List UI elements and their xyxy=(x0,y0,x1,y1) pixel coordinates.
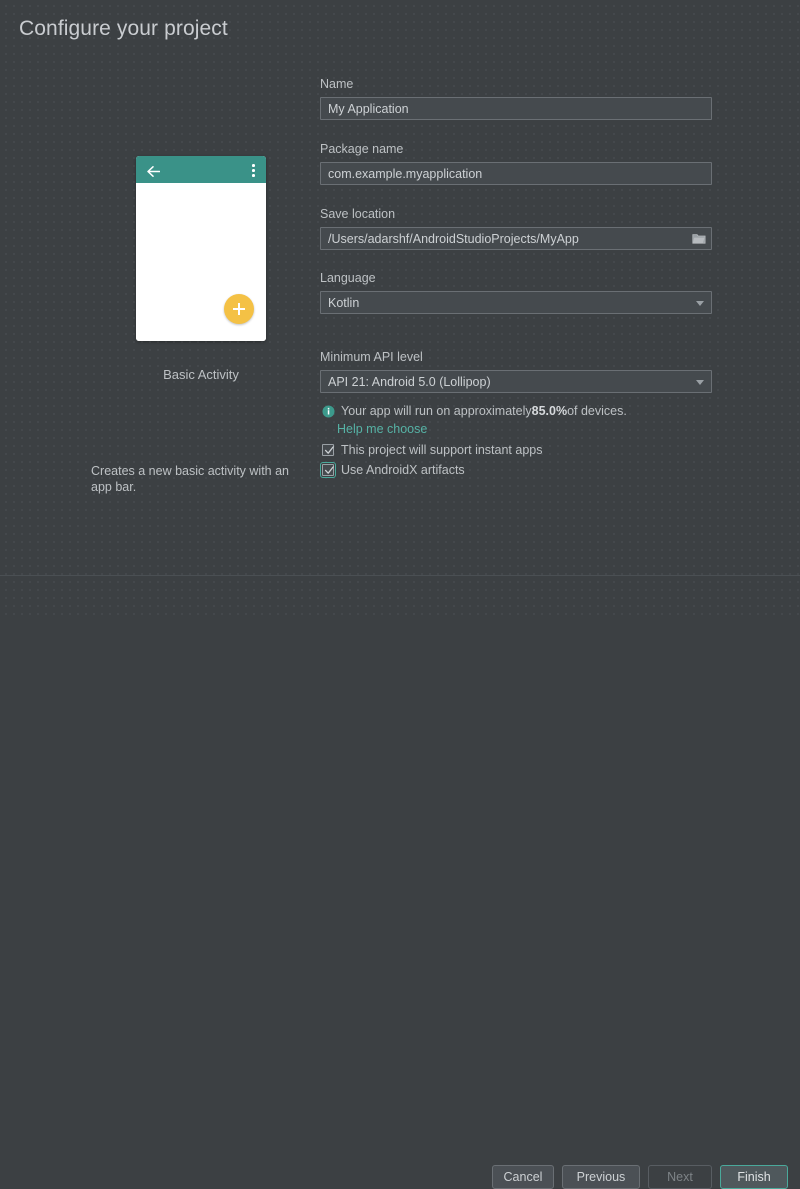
api-info-prefix: Your app will run on approximately xyxy=(341,404,532,418)
min-api-value: API 21: Android 5.0 (Lollipop) xyxy=(328,375,491,389)
preview-content-area xyxy=(136,183,266,341)
instant-apps-label: This project will support instant apps xyxy=(341,443,542,457)
instant-apps-checkbox[interactable] xyxy=(322,444,334,456)
api-info-suffix: of devices. xyxy=(567,404,627,418)
finish-button[interactable]: Finish xyxy=(720,1165,788,1189)
next-button: Next xyxy=(648,1165,712,1189)
field-package-name: Package name com.example.myapplication xyxy=(320,142,712,185)
add-fab-icon xyxy=(224,294,254,324)
name-value: My Application xyxy=(328,102,409,116)
previous-button[interactable]: Previous xyxy=(562,1165,640,1189)
name-label: Name xyxy=(320,77,712,91)
api-coverage-info: Your app will run on approximately 85.0%… xyxy=(322,404,627,418)
page-title: Configure your project xyxy=(19,17,228,41)
min-api-select[interactable]: API 21: Android 5.0 (Lollipop) xyxy=(320,370,712,393)
field-name: Name My Application xyxy=(320,77,712,120)
checkbox-row-androidx[interactable]: Use AndroidX artifacts xyxy=(322,463,465,477)
field-min-api-level: Minimum API level API 21: Android 5.0 (L… xyxy=(320,350,712,393)
back-arrow-icon xyxy=(147,164,160,175)
save-location-input[interactable]: /Users/adarshf/AndroidStudioProjects/MyA… xyxy=(320,227,712,250)
package-name-input[interactable]: com.example.myapplication xyxy=(320,162,712,185)
androidx-label: Use AndroidX artifacts xyxy=(341,463,465,477)
save-location-value: /Users/adarshf/AndroidStudioProjects/MyA… xyxy=(328,232,579,246)
language-select[interactable]: Kotlin xyxy=(320,291,712,314)
min-api-label: Minimum API level xyxy=(320,350,712,364)
package-name-label: Package name xyxy=(320,142,712,156)
chevron-down-icon xyxy=(696,380,704,385)
overflow-menu-icon xyxy=(252,164,255,177)
info-icon xyxy=(322,405,335,418)
configure-project-dialog: Configure your project Basic Activity Cr… xyxy=(0,0,800,621)
name-input[interactable]: My Application xyxy=(320,97,712,120)
preview-app-bar xyxy=(136,156,266,183)
folder-icon[interactable] xyxy=(692,232,706,245)
help-me-choose-link[interactable]: Help me choose xyxy=(337,422,427,436)
field-language: Language Kotlin xyxy=(320,271,712,314)
cancel-button[interactable]: Cancel xyxy=(492,1165,554,1189)
checkbox-row-instant-apps[interactable]: This project will support instant apps xyxy=(322,443,542,457)
phone-preview-mockup xyxy=(136,156,266,341)
save-location-label: Save location xyxy=(320,207,712,221)
chevron-down-icon xyxy=(696,301,704,306)
field-save-location: Save location /Users/adarshf/AndroidStud… xyxy=(320,207,712,250)
package-name-value: com.example.myapplication xyxy=(328,167,482,181)
language-label: Language xyxy=(320,271,712,285)
dialog-footer: Cancel Previous Next Finish xyxy=(0,576,800,621)
androidx-checkbox[interactable] xyxy=(322,464,334,476)
api-info-percent: 85.0% xyxy=(532,404,567,418)
template-description: Creates a new basic activity with an app… xyxy=(91,463,296,495)
language-value: Kotlin xyxy=(328,296,359,310)
